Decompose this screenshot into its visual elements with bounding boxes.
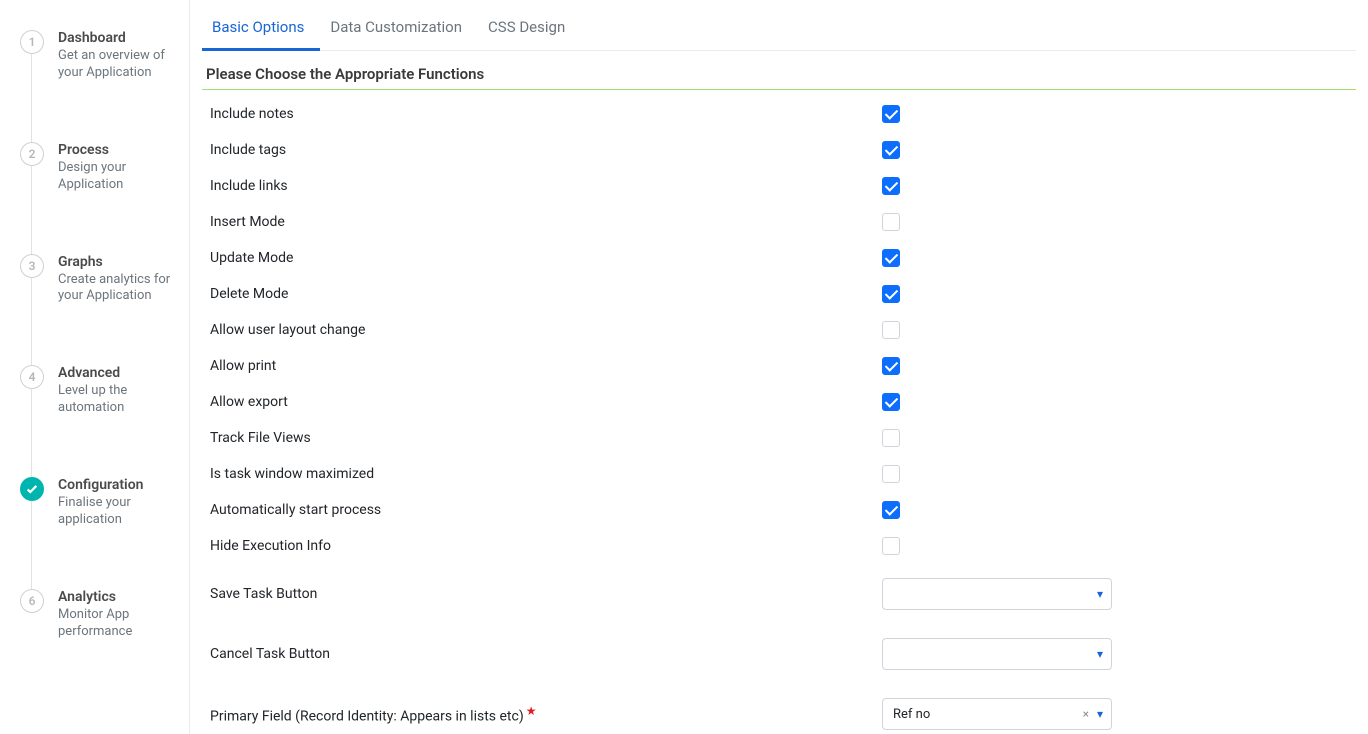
option-label: Delete Mode: [202, 286, 882, 302]
tab-bar: Basic OptionsData CustomizationCSS Desig…: [202, 8, 1356, 51]
step-title: Advanced: [58, 365, 179, 381]
step-connector: [31, 54, 32, 142]
option-row: Insert Mode: [202, 204, 1356, 240]
clear-icon[interactable]: ×: [1083, 707, 1089, 721]
chevron-down-icon: ▾: [1097, 707, 1103, 721]
select-value: Ref no: [893, 707, 1081, 722]
wizard-step-dashboard[interactable]: 1 Dashboard Get an overview of your Applic…: [20, 30, 179, 142]
check-icon: [20, 477, 44, 501]
option-label: Include notes: [202, 106, 882, 122]
step-description: Create analytics for your Application: [58, 272, 179, 306]
option-row: Cancel Task Button ▾: [202, 624, 1356, 684]
step-connector: [31, 501, 32, 589]
option-row: Allow print: [202, 348, 1356, 384]
checkbox-include-tags[interactable]: [882, 141, 900, 159]
option-label: Include links: [202, 178, 882, 194]
checkbox-allow-export[interactable]: [882, 393, 900, 411]
wizard-sidebar: 1 Dashboard Get an overview of your Applic…: [0, 0, 190, 734]
step-title: Configuration: [58, 477, 179, 493]
checkbox-update-mode[interactable]: [882, 249, 900, 267]
step-description: Finalise your application: [58, 495, 179, 529]
option-row: Save Task Button ▾: [202, 564, 1356, 624]
select-primary-field[interactable]: Ref no× ▾: [882, 698, 1112, 730]
step-connector: [31, 166, 32, 254]
tab-basic-options[interactable]: Basic Options: [202, 8, 320, 51]
step-connector: [31, 389, 32, 477]
step-description: Get an overview of your Application: [58, 48, 179, 82]
step-title: Analytics: [58, 589, 179, 605]
option-row: Hide Execution Info: [202, 528, 1356, 564]
option-label: Update Mode: [202, 250, 882, 266]
wizard-step-graphs[interactable]: 3 Graphs Create analytics for your Applica…: [20, 254, 179, 366]
option-row: Primary Field (Record Identity: Appears …: [202, 684, 1356, 734]
step-description: Monitor App performance: [58, 607, 179, 641]
wizard-step-configuration[interactable]: Configuration Finalise your application: [20, 477, 179, 589]
checkbox-include-notes[interactable]: [882, 105, 900, 123]
checkbox-is-task-window-maximized[interactable]: [882, 465, 900, 483]
step-description: Design your Application: [58, 160, 179, 194]
option-row: Automatically start process: [202, 492, 1356, 528]
required-star-icon: ★: [526, 704, 537, 718]
section-title: Please Choose the Appropriate Functions: [202, 51, 1356, 90]
wizard-step-advanced[interactable]: 4 Advanced Level up the automation: [20, 365, 179, 477]
chevron-down-icon: ▾: [1097, 647, 1103, 661]
option-row: Is task window maximized: [202, 456, 1356, 492]
option-label: Include tags: [202, 142, 882, 158]
step-number-badge: 1: [20, 30, 44, 54]
option-row: Delete Mode: [202, 276, 1356, 312]
wizard-step-analytics[interactable]: 6 Analytics Monitor App performance: [20, 589, 179, 641]
step-number-badge: 4: [20, 365, 44, 389]
option-row: Track File Views: [202, 420, 1356, 456]
option-label: Automatically start process: [202, 502, 882, 518]
option-label: Insert Mode: [202, 214, 882, 230]
main-panel: Basic OptionsData CustomizationCSS Desig…: [190, 0, 1368, 734]
wizard-step-process[interactable]: 2 Process Design your Application: [20, 142, 179, 254]
options-form: Include notes Include tags Include links In…: [202, 90, 1356, 734]
option-label: Hide Execution Info: [202, 538, 882, 554]
option-label: Allow export: [202, 394, 882, 410]
checkbox-track-file-views[interactable]: [882, 429, 900, 447]
step-description: Level up the automation: [58, 383, 179, 417]
step-title: Graphs: [58, 254, 179, 270]
step-number-badge: 2: [20, 142, 44, 166]
step-number-badge: 6: [20, 589, 44, 613]
option-label: Cancel Task Button: [202, 646, 882, 662]
select-cancel-task-button[interactable]: ▾: [882, 638, 1112, 670]
option-row: Include notes: [202, 96, 1356, 132]
tab-data-customization[interactable]: Data Customization: [320, 8, 478, 51]
tab-css-design[interactable]: CSS Design: [478, 8, 581, 51]
checkbox-allow-user-layout-change[interactable]: [882, 321, 900, 339]
option-row: Allow export: [202, 384, 1356, 420]
checkbox-allow-print[interactable]: [882, 357, 900, 375]
option-label: Save Task Button: [202, 586, 882, 602]
option-label: Allow user layout change: [202, 322, 882, 338]
option-row: Allow user layout change: [202, 312, 1356, 348]
checkbox-insert-mode[interactable]: [882, 213, 900, 231]
chevron-down-icon: ▾: [1097, 587, 1103, 601]
option-row: Include tags: [202, 132, 1356, 168]
step-connector: [31, 278, 32, 366]
option-label: Track File Views: [202, 430, 882, 446]
step-title: Dashboard: [58, 30, 179, 46]
step-number-badge: 3: [20, 254, 44, 278]
option-row: Update Mode: [202, 240, 1356, 276]
option-label: Primary Field (Record Identity: Appears …: [202, 704, 882, 725]
option-row: Include links: [202, 168, 1356, 204]
option-label: Allow print: [202, 358, 882, 374]
checkbox-hide-execution-info[interactable]: [882, 537, 900, 555]
select-save-task-button[interactable]: ▾: [882, 578, 1112, 610]
checkbox-delete-mode[interactable]: [882, 285, 900, 303]
step-title: Process: [58, 142, 179, 158]
option-label: Is task window maximized: [202, 466, 882, 482]
checkbox-automatically-start-process[interactable]: [882, 501, 900, 519]
checkbox-include-links[interactable]: [882, 177, 900, 195]
